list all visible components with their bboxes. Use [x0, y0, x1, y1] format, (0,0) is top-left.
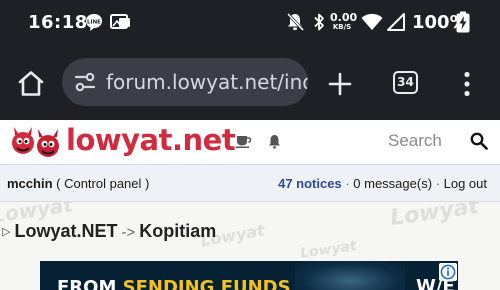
tab-count-label: 34 [397, 75, 414, 89]
ad-headline: FROM SENDING FUNDS [57, 277, 291, 290]
breadcrumb: ▷ Lowyat.NET -> Kopitiam [2, 221, 216, 242]
breadcrumb-separator: -> [121, 224, 136, 241]
site-header: lowyat.net Search [0, 120, 500, 164]
search-icon[interactable] [470, 132, 488, 150]
ad-info-icon[interactable] [439, 263, 457, 281]
ad-text-start: FROM [57, 277, 123, 290]
notices-link[interactable]: 47 notices [278, 176, 342, 191]
ad-image [295, 261, 405, 290]
status-bar: 16:18 LINE 0.00 KB/S 100% [0, 0, 500, 46]
breadcrumb-item-kopitiam[interactable]: Kopitiam [139, 221, 216, 241]
site-logo-text[interactable]: lowyat.net [66, 123, 236, 157]
bell-icon[interactable] [268, 134, 281, 149]
more-menu-icon[interactable] [462, 71, 472, 97]
mute-icon [286, 12, 305, 32]
cup-icon[interactable] [236, 135, 252, 148]
separator-dot: · [345, 176, 350, 191]
data-rate-value: 0.00 [330, 11, 358, 24]
site-settings-icon[interactable] [74, 72, 96, 92]
background-watermark: Lowyat [388, 202, 481, 232]
page-content: Lowyat Lowyat Lowyat Lowyat ▷ Lowyat.NET -… [0, 202, 500, 290]
username-link[interactable]: mcchin [7, 176, 53, 191]
ad-text-highlight: SENDING FUNDS [122, 277, 291, 290]
ad-banner[interactable]: FROM SENDING FUNDS W/E [40, 261, 458, 290]
user-bar: mcchin ( Control panel ) 47 notices · 0 … [0, 164, 500, 202]
status-time: 16:18 [28, 12, 88, 33]
home-icon[interactable] [17, 70, 45, 97]
logout-link[interactable]: Log out [444, 176, 487, 191]
separator-dot: · [435, 176, 440, 191]
url-text[interactable]: forum.lowyat.net/index.php?showtopic [106, 70, 308, 94]
tab-switcher-icon[interactable]: 34 [393, 71, 418, 94]
control-panel-link[interactable]: ( Control panel ) [56, 176, 149, 191]
background-watermark: Lowyat [299, 238, 358, 262]
address-bar[interactable]: forum.lowyat.net/index.php?showtopic [62, 58, 308, 106]
browser-toolbar: forum.lowyat.net/index.php?showtopic 34 [0, 46, 500, 120]
bluetooth-icon [314, 13, 324, 31]
user-actions: 47 notices · 0 message(s) · Log out [278, 176, 487, 191]
svg-text:LINE: LINE [87, 20, 101, 26]
breadcrumb-arrow-icon: ▷ [2, 226, 11, 238]
user-info: mcchin ( Control panel ) [7, 176, 149, 191]
message-bubble-icon: LINE [86, 14, 102, 31]
breadcrumb-item-lowyat[interactable]: Lowyat.NET [14, 221, 117, 241]
data-rate-unit: KB/S [332, 23, 352, 31]
picture-icon [110, 14, 130, 29]
messages-link[interactable]: 0 message(s) [353, 176, 432, 191]
signal-icon [387, 13, 405, 31]
search-input[interactable]: Search [388, 131, 442, 151]
new-tab-icon[interactable] [328, 72, 352, 96]
wifi-icon [361, 13, 383, 30]
battery-charging-icon [456, 11, 470, 33]
data-rate-indicator: 0.00 KB/S [330, 11, 358, 31]
mascot-logo-icon[interactable] [10, 123, 62, 161]
